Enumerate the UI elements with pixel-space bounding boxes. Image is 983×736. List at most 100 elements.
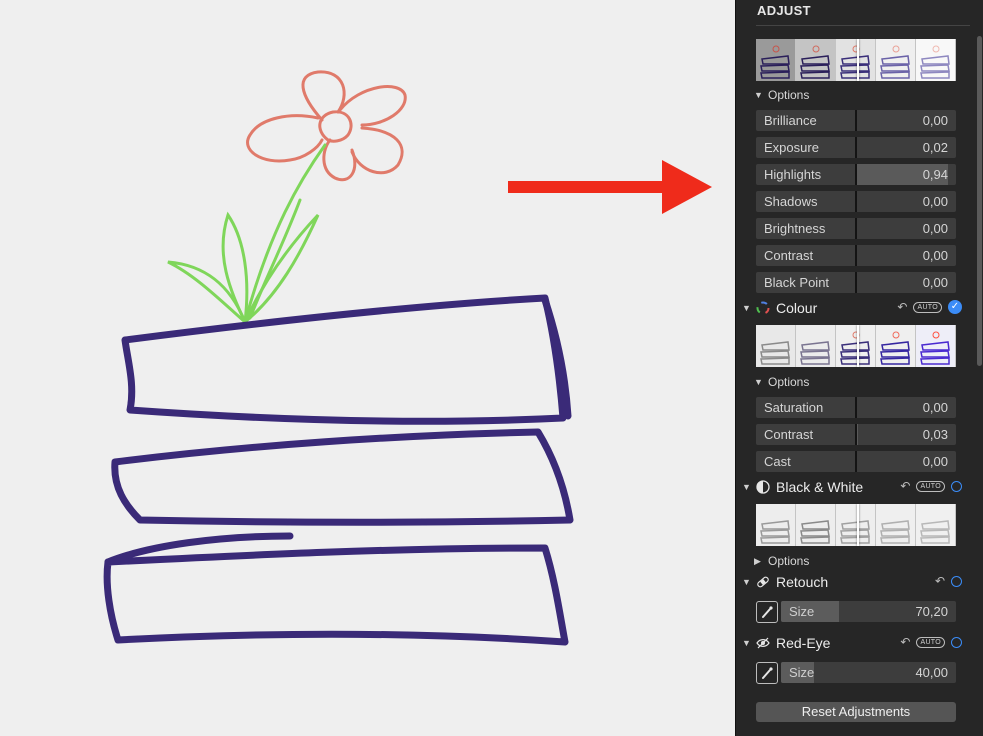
red-eye-section-header[interactable]: ▼ Red-Eye ↶ AUTO: [742, 633, 962, 653]
section-controls: ↶: [935, 574, 962, 588]
slider-value: 0,02: [922, 140, 948, 155]
undo-icon[interactable]: ↶: [900, 479, 910, 493]
disclosure-open-icon: ▼: [754, 90, 763, 100]
reset-adjustments-button[interactable]: Reset Adjustments: [756, 702, 956, 722]
enable-toggle-icon[interactable]: [951, 575, 962, 587]
colour-options-toggle[interactable]: ▼ Options: [754, 375, 809, 389]
colour-thumbnail[interactable]: [876, 325, 916, 367]
slider-zero-marker: [855, 110, 857, 131]
black-white-thumbnail-strip[interactable]: [756, 504, 956, 546]
undo-icon[interactable]: ↶: [897, 300, 907, 314]
slider-colour-contrast[interactable]: Contrast 0,03: [756, 424, 956, 445]
slider-black-point[interactable]: Black Point 0,00: [756, 272, 956, 293]
slider-value: 0,00: [922, 113, 948, 128]
slider-brilliance[interactable]: Brilliance 0,00: [756, 110, 956, 131]
enable-toggle-icon[interactable]: [951, 480, 962, 492]
section-controls: ↶ AUTO: [900, 479, 962, 493]
slider-label: Saturation: [764, 400, 824, 415]
colour-thumbnail-strip[interactable]: [756, 325, 956, 367]
red-eye-size-slider[interactable]: Size 40,00: [781, 662, 956, 683]
red-eye-brush-button[interactable]: [756, 662, 778, 684]
light-strip-handle[interactable]: [857, 39, 859, 81]
colour-wheel-icon: [756, 301, 770, 315]
options-label: Options: [768, 554, 810, 568]
bw-thumbnail[interactable]: [796, 504, 836, 546]
slider-cast[interactable]: Cast 0,00: [756, 451, 956, 472]
brush-icon: [762, 606, 773, 618]
slider-value: 0,00: [922, 275, 948, 290]
undo-icon[interactable]: ↶: [900, 635, 910, 649]
photo-canvas[interactable]: [0, 0, 735, 736]
slider-value: 70,20: [915, 604, 948, 619]
slider-value: 0,94: [922, 167, 948, 182]
slider-zero-marker: [855, 218, 857, 239]
brush-icon: [762, 667, 773, 679]
bw-strip-handle[interactable]: [857, 504, 859, 546]
flower-drawing: [246, 70, 407, 182]
retouch-section-header[interactable]: ▼ Retouch ↶: [742, 572, 962, 592]
colour-thumbnail[interactable]: [796, 325, 836, 367]
section-controls: ↶ AUTO: [900, 635, 962, 649]
auto-button[interactable]: AUTO: [913, 301, 942, 313]
bw-thumbnail[interactable]: [876, 504, 916, 546]
slider-contrast[interactable]: Contrast 0,00: [756, 245, 956, 266]
auto-button[interactable]: AUTO: [916, 480, 945, 492]
colour-thumbnail[interactable]: [916, 325, 956, 367]
disclosure-open-icon: ▼: [742, 577, 751, 587]
slider-value: 0,00: [922, 248, 948, 263]
black-white-section-header[interactable]: ▼ Black & White ↶ AUTO: [742, 477, 962, 497]
slider-label: Brilliance: [764, 113, 817, 128]
bw-thumbnail[interactable]: [836, 504, 876, 546]
disclosure-open-icon: ▼: [742, 638, 751, 648]
light-thumbnail[interactable]: [916, 39, 956, 81]
slider-exposure[interactable]: Exposure 0,02: [756, 137, 956, 158]
colour-thumbnail[interactable]: [836, 325, 876, 367]
slider-highlights[interactable]: Highlights 0,94: [756, 164, 956, 185]
slider-zero-marker: [855, 424, 857, 445]
colour-thumbnail[interactable]: [756, 325, 796, 367]
stem-drawing: [167, 143, 327, 324]
slider-zero-marker: [855, 272, 857, 293]
slider-brightness[interactable]: Brightness 0,00: [756, 218, 956, 239]
section-title: Red-Eye: [776, 635, 831, 651]
slider-value: 0,00: [922, 454, 948, 469]
disclosure-closed-icon: ▶: [754, 555, 761, 566]
slider-saturation[interactable]: Saturation 0,00: [756, 397, 956, 418]
disclosure-open-icon: ▼: [754, 377, 763, 387]
bw-thumbnail[interactable]: [756, 504, 796, 546]
light-thumbnail[interactable]: [876, 39, 916, 81]
undo-icon[interactable]: ↶: [935, 574, 945, 588]
retouch-size-slider[interactable]: Size 70,20: [781, 601, 956, 622]
enabled-checkmark-icon[interactable]: ✓: [948, 300, 962, 314]
section-title: Black & White: [776, 479, 864, 495]
section-controls: ↶ AUTO ✓: [897, 300, 962, 314]
slider-zero-marker: [855, 245, 857, 266]
bandage-icon: [756, 575, 770, 589]
light-thumbnail[interactable]: [836, 39, 876, 81]
panel-title: ADJUST: [757, 3, 811, 18]
auto-button[interactable]: AUTO: [916, 636, 945, 648]
slider-label: Black Point: [764, 275, 830, 290]
light-thumbnail[interactable]: [796, 39, 836, 81]
slider-value: 0,00: [922, 221, 948, 236]
colour-strip-handle[interactable]: [857, 325, 859, 367]
slider-zero-marker: [855, 164, 857, 185]
light-thumbnail[interactable]: [756, 39, 796, 81]
light-thumbnail-strip[interactable]: [756, 39, 956, 81]
red-arrow: [508, 160, 712, 214]
slider-shadows[interactable]: Shadows 0,00: [756, 191, 956, 212]
black-white-options-toggle[interactable]: ▶ Options: [754, 554, 809, 568]
colour-section-header[interactable]: ▼ Colour ↶ AUTO ✓: [742, 298, 962, 318]
slider-value: 0,00: [922, 194, 948, 209]
slider-label: Size: [789, 665, 815, 680]
adjust-panel: ADJUST ▼ Options Brilliance 0,00 Exposur…: [735, 0, 983, 736]
enable-toggle-icon[interactable]: [951, 636, 962, 648]
light-options-toggle[interactable]: ▼ Options: [754, 88, 809, 102]
panel-scrollbar[interactable]: [977, 36, 982, 366]
slider-value: 0,00: [922, 400, 948, 415]
retouch-brush-button[interactable]: [756, 601, 778, 623]
slider-label: Brightness: [764, 221, 826, 236]
bw-thumbnail[interactable]: [916, 504, 956, 546]
disclosure-open-icon: ▼: [742, 303, 751, 313]
options-label: Options: [768, 375, 810, 389]
